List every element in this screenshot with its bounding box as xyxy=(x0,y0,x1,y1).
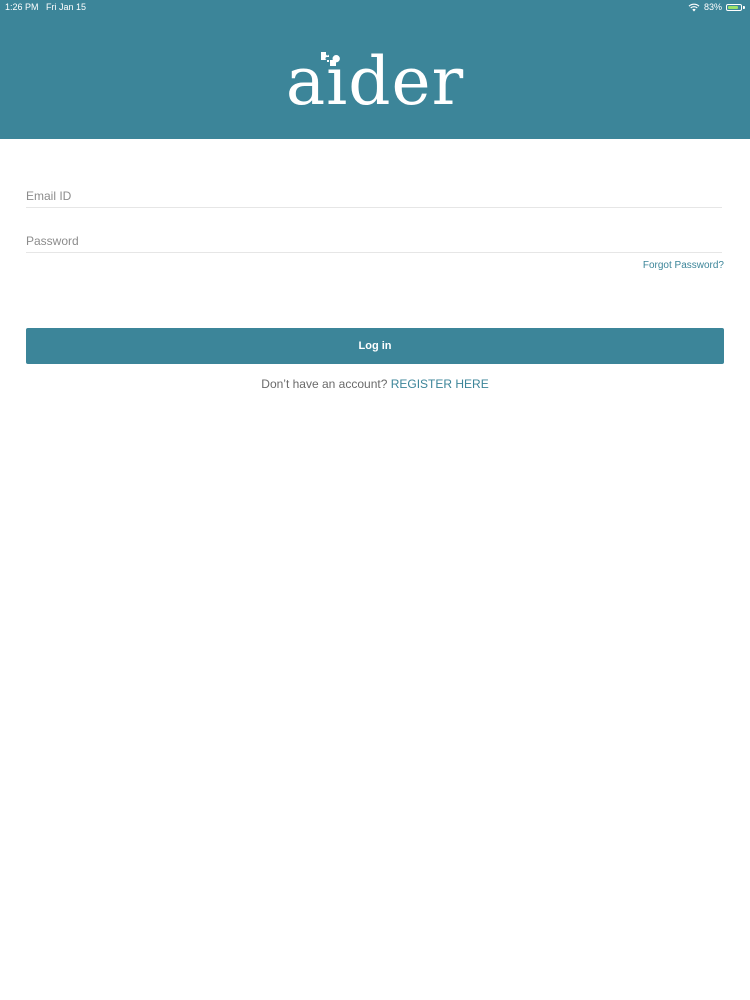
register-prompt-text: Don’t have an account? xyxy=(261,377,391,391)
register-link[interactable]: REGISTER HERE xyxy=(391,377,489,391)
aider-logo: aider xyxy=(270,40,480,124)
forgot-password-link[interactable]: Forgot Password? xyxy=(643,260,724,271)
status-bar: 1:26 PM Fri Jan 15 83% xyxy=(0,0,750,16)
login-button[interactable]: Log in xyxy=(26,328,724,364)
battery-cap xyxy=(743,6,745,9)
status-date: Fri Jan 15 xyxy=(46,2,87,12)
puzzle-mark-icon xyxy=(321,52,336,66)
status-indicators: 83% xyxy=(688,0,745,15)
email-field[interactable] xyxy=(26,184,722,208)
status-time: 1:26 PM xyxy=(5,2,39,12)
wifi-icon xyxy=(688,3,700,12)
battery-charging-icon xyxy=(726,4,745,11)
app-header: 1:26 PM Fri Jan 15 83% aider xyxy=(0,0,750,139)
register-prompt: Don’t have an account? REGISTER HERE xyxy=(0,377,750,391)
logo-text: aider xyxy=(285,43,465,120)
battery-percent: 83% xyxy=(703,2,722,12)
battery-fill xyxy=(728,6,738,9)
password-field[interactable] xyxy=(26,229,722,253)
battery-body xyxy=(726,4,742,11)
